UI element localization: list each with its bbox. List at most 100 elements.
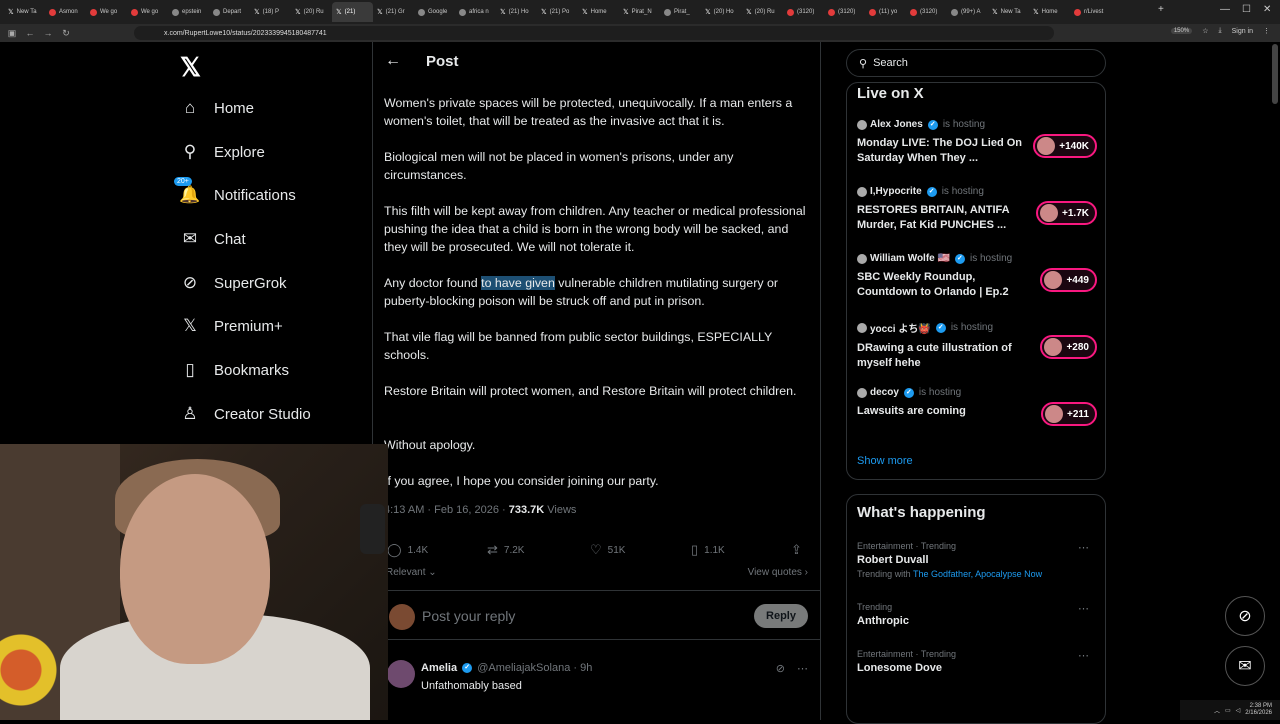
selected-text: to have given (481, 276, 555, 290)
close-window-button[interactable]: ✕ (1263, 4, 1271, 15)
more-icon[interactable]: ⋯ (1078, 649, 1089, 662)
more-icon[interactable]: ⋯ (1078, 602, 1089, 615)
host-name[interactable]: Alex Jones (870, 119, 923, 130)
browser-tab[interactable]: (3120) (824, 2, 865, 22)
browser-tab[interactable]: 𝕏 (18) P (250, 2, 291, 22)
grok-icon[interactable]: ⊘ (776, 662, 785, 675)
reply-action[interactable]: ◯ 1.4K (387, 542, 428, 558)
trend-links[interactable]: The Godfather, Apocalypse Now (913, 569, 1042, 579)
post-time[interactable]: 4:13 AM · Feb 16, 2026 · (384, 504, 509, 516)
browser-tab[interactable]: 𝕏 (21) Ho (496, 2, 537, 22)
nav-item-chat[interactable]: ✉ Chat (180, 227, 246, 251)
live-entry[interactable]: I,Hypocrite ✓ is hosting RESTORES BRITAIN, … (857, 186, 1097, 233)
network-icon[interactable]: ▭ (1225, 707, 1231, 714)
url-field[interactable]: x.com/RupertLowe10/status/20233399451804… (134, 26, 1054, 40)
listener-pill[interactable]: +211 (1041, 402, 1097, 426)
nav-item-bookmarks[interactable]: ▯ Bookmarks (180, 358, 289, 382)
browser-tab[interactable]: (3120) (783, 2, 824, 22)
nav-item-supergrok[interactable]: ⊘ SuperGrok (180, 271, 287, 295)
live-entry[interactable]: decoy ✓ is hosting Lawsuits are coming +211 (857, 387, 1097, 426)
browser-tab[interactable]: 𝕏 Home (578, 2, 619, 22)
author-handle[interactable]: @AmeliajakSolana (477, 662, 570, 674)
trend-item[interactable]: Trending Anthropic ⋯ (857, 602, 1097, 627)
browser-tab[interactable]: We go (86, 2, 127, 22)
grok-fab-icon[interactable]: ⊘ (1225, 596, 1265, 636)
browser-tab[interactable]: 𝕏 (20) Ru (291, 2, 332, 22)
browser-tab[interactable]: epstein (168, 2, 209, 22)
scrollbar[interactable] (1272, 44, 1278, 104)
browser-tab[interactable]: africa n (455, 2, 496, 22)
sidebar-toggle-icon[interactable]: ▣ (6, 28, 18, 39)
browser-tab[interactable]: We go (127, 2, 168, 22)
maximize-button[interactable]: ☐ (1242, 4, 1251, 15)
trend-item[interactable]: Entertainment · Trending Lonesome Dove ⋯ (857, 649, 1097, 674)
avatar[interactable] (389, 604, 415, 630)
host-name[interactable]: yocci よち👹 (870, 320, 931, 335)
more-icon[interactable]: ⋯ (797, 662, 808, 675)
browser-tab[interactable]: r/Livest (1070, 2, 1111, 22)
volume-icon[interactable]: ◁ (1236, 707, 1241, 714)
browser-tab[interactable]: 𝕏 (20) Ho (701, 2, 742, 22)
reply-input[interactable]: Post your reply (422, 608, 515, 624)
live-entry[interactable]: yocci よち👹 ✓ is hosting DRawing a cute illus… (857, 320, 1097, 371)
reload-icon[interactable]: ↻ (60, 28, 72, 39)
live-entry[interactable]: Alex Jones ✓ is hosting Monday LIVE: The DO… (857, 119, 1097, 166)
browser-tab[interactable]: (99+) A (947, 2, 988, 22)
repost-action[interactable]: ⇄ 7.2K (487, 542, 524, 558)
browser-tab[interactable]: 𝕏 Pirat_N (619, 2, 660, 22)
reply-button[interactable]: Reply (754, 604, 808, 628)
browser-tab[interactable]: 𝕏 New Ta (4, 2, 45, 22)
listener-pill[interactable]: +280 (1040, 335, 1097, 359)
listener-pill[interactable]: +1.7K (1036, 201, 1097, 225)
nav-item-creator-studio[interactable]: ♙ Creator Studio (180, 402, 310, 426)
browser-tab[interactable]: 𝕏 (20) Ru (742, 2, 783, 22)
browser-tab[interactable]: Asmon (45, 2, 86, 22)
show-more-link[interactable]: Show more (857, 455, 913, 467)
trend-name: Anthropic (857, 615, 909, 627)
nav-item-explore[interactable]: ⚲ Explore (180, 140, 265, 164)
trend-item[interactable]: Entertainment · Trending Robert Duvall T… (857, 541, 1097, 579)
browser-tab[interactable]: Depart (209, 2, 250, 22)
browser-tab[interactable]: 𝕏 (21) (332, 2, 373, 22)
browser-tab[interactable]: Pirat_ (660, 2, 701, 22)
browser-tab[interactable]: 𝕏 New Ta (988, 2, 1029, 22)
system-clock[interactable]: 2:38 PM 2/16/2026 (1245, 703, 1272, 717)
browser-tab[interactable]: (11) yo (865, 2, 906, 22)
star-icon[interactable]: ☆ (1202, 27, 1208, 35)
share-action[interactable]: ⇪ (791, 542, 802, 558)
author-name[interactable]: Amelia (421, 662, 457, 674)
menu-icon[interactable]: ⋮ (1263, 27, 1270, 35)
live-entry[interactable]: William Wolfe 🇺🇸 ✓ is hosting SBC Weekly Ro… (857, 253, 1097, 300)
messages-fab-icon[interactable]: ✉ (1225, 646, 1265, 686)
nav-item-home[interactable]: ⌂ Home (180, 96, 254, 120)
forward-nav-icon[interactable]: → (42, 28, 54, 38)
listener-pill[interactable]: +449 (1040, 268, 1097, 292)
nav-item-notifications[interactable]: 🔔 20+ Notifications (174, 177, 296, 207)
browser-tab[interactable]: 𝕏 (21) Gr (373, 2, 414, 22)
host-name[interactable]: decoy (870, 387, 899, 398)
sort-dropdown[interactable]: Relevant ⌄ (386, 567, 437, 578)
browser-tab[interactable]: 𝕏 (21) Po (537, 2, 578, 22)
avatar[interactable] (387, 660, 415, 688)
x-logo-icon[interactable]: 𝕏 (180, 52, 201, 83)
download-icon[interactable]: ⤓ (1218, 27, 1221, 35)
new-tab-button[interactable]: + (1158, 4, 1164, 15)
host-name[interactable]: William Wolfe 🇺🇸 (870, 253, 950, 264)
zoom-level[interactable]: 150% (1170, 28, 1193, 34)
view-quotes-link[interactable]: View quotes › (748, 567, 808, 578)
back-arrow-icon[interactable]: ← (385, 52, 401, 70)
bookmark-action[interactable]: ▯ 1.1K (691, 542, 725, 558)
browser-tab[interactable]: 𝕏 Home (1029, 2, 1070, 22)
browser-tab[interactable]: Google (414, 2, 455, 22)
host-name[interactable]: I,Hypocrite (870, 186, 922, 197)
tray-chevron-icon[interactable]: ︿ (1214, 706, 1220, 715)
listener-pill[interactable]: +140K (1033, 134, 1097, 158)
signin-button[interactable]: Sign in (1232, 28, 1253, 35)
back-nav-icon[interactable]: ← (24, 28, 36, 38)
nav-item-premium[interactable]: 𝕏 Premium+ (180, 314, 283, 338)
minimize-button[interactable]: — (1220, 4, 1230, 15)
search-input[interactable]: ⚲ Search (846, 49, 1106, 77)
like-action[interactable]: ♡ 51K (590, 542, 625, 558)
browser-tab[interactable]: (3120) (906, 2, 947, 22)
more-icon[interactable]: ⋯ (1078, 541, 1089, 554)
